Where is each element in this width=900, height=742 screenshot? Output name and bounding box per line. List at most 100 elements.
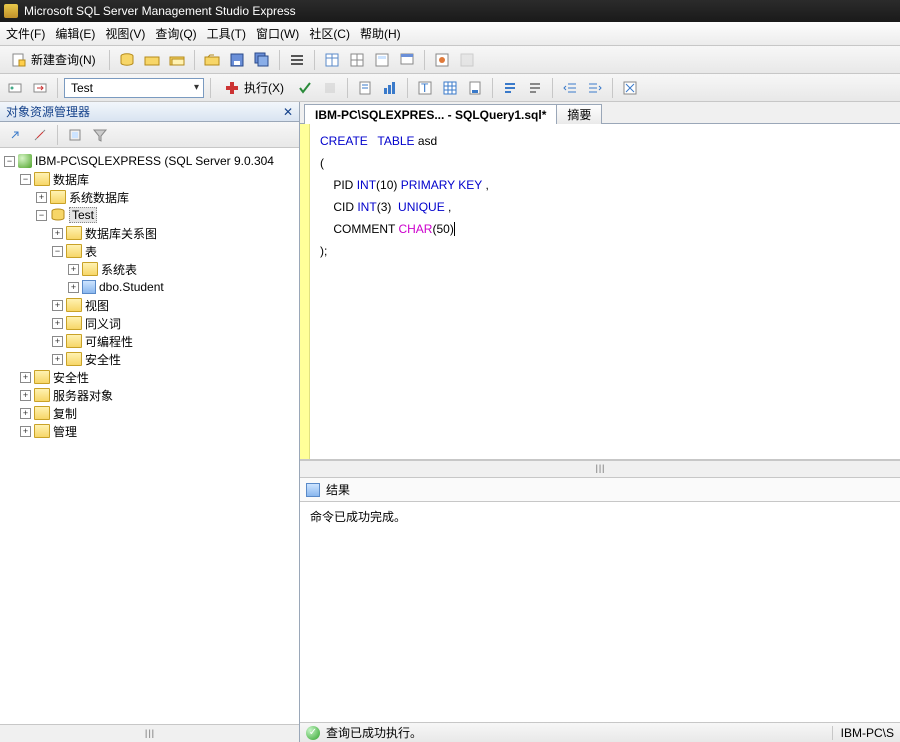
tab-summary[interactable]: 摘要 (556, 104, 602, 124)
tb2-btn-15[interactable] (619, 77, 641, 99)
collapse-icon[interactable]: − (20, 174, 31, 185)
expand-icon[interactable]: + (52, 354, 63, 365)
tb2-btn-10[interactable] (464, 77, 486, 99)
sidebar-hscrollbar[interactable]: III (0, 724, 299, 742)
tb2-btn-2[interactable] (29, 77, 51, 99)
results-grid-icon (442, 80, 458, 96)
tb-btn-8[interactable] (321, 49, 343, 71)
tree-programmability-node[interactable]: +可编程性 (2, 332, 299, 350)
expand-icon[interactable]: + (52, 318, 63, 329)
tb2-btn-13[interactable] (559, 77, 581, 99)
folder-icon (66, 226, 82, 240)
menu-tools[interactable]: 工具(T) (207, 25, 246, 42)
tree-synonyms-node[interactable]: +同义词 (2, 314, 299, 332)
new-query-button[interactable]: 新建查询(N) (4, 49, 103, 71)
tb2-btn-14[interactable] (584, 77, 606, 99)
parse-button[interactable] (294, 77, 316, 99)
oe-disconnect-button[interactable] (29, 124, 51, 146)
collapse-icon[interactable]: − (36, 210, 47, 221)
expand-icon[interactable]: + (20, 372, 31, 383)
oe-refresh-button[interactable] (64, 124, 86, 146)
collapse-icon[interactable]: − (52, 246, 63, 257)
toolbar-main: 新建查询(N) (0, 46, 900, 74)
kw: PRIMARY (397, 178, 455, 192)
expand-icon[interactable]: + (68, 264, 79, 275)
tb2-btn-7[interactable] (379, 77, 401, 99)
tb-btn-5[interactable] (226, 49, 248, 71)
expand-icon[interactable]: + (52, 300, 63, 311)
tb-btn-10[interactable] (371, 49, 393, 71)
cancel-exec-button[interactable] (319, 77, 341, 99)
tb-btn-11[interactable] (396, 49, 418, 71)
tb-btn-12[interactable] (431, 49, 453, 71)
tree-testdb-node[interactable]: −Test (2, 206, 299, 224)
outdent-icon (562, 80, 578, 96)
expand-icon[interactable]: + (20, 426, 31, 437)
close-icon[interactable]: ✕ (283, 105, 293, 119)
menu-query[interactable]: 查询(Q) (155, 25, 196, 42)
tb-btn-13[interactable] (456, 49, 478, 71)
tb2-btn-1[interactable] (4, 77, 26, 99)
expand-icon[interactable]: + (52, 228, 63, 239)
tb2-btn-9[interactable] (439, 77, 461, 99)
specify-values-icon (622, 80, 638, 96)
check-icon (297, 80, 313, 96)
tb-btn-9[interactable] (346, 49, 368, 71)
menu-community[interactable]: 社区(C) (309, 25, 350, 42)
comment-icon (502, 80, 518, 96)
tb2-btn-8[interactable]: T (414, 77, 436, 99)
expand-icon[interactable]: + (68, 282, 79, 293)
menu-window[interactable]: 窗口(W) (256, 25, 299, 42)
tree-sysdb-node[interactable]: +系统数据库 (2, 188, 299, 206)
tree-security-node[interactable]: +安全性 (2, 368, 299, 386)
tb-btn-7[interactable] (286, 49, 308, 71)
expand-icon[interactable]: + (20, 390, 31, 401)
editor-gutter (300, 124, 310, 459)
tree-student-node[interactable]: +dbo.Student (2, 278, 299, 296)
tree-management-node[interactable]: +管理 (2, 422, 299, 440)
menu-view[interactable]: 视图(V) (105, 25, 145, 42)
folder-icon (66, 352, 82, 366)
tb2-btn-11[interactable] (499, 77, 521, 99)
database-combobox[interactable]: Test ▾ (64, 78, 204, 98)
results-tab[interactable]: 结果 (326, 481, 350, 498)
tree-views-node[interactable]: +视图 (2, 296, 299, 314)
results-message: 命令已成功完成。 (310, 510, 406, 524)
object-tree[interactable]: −IBM-PC\SQLEXPRESS (SQL Server 9.0.304 −… (0, 148, 299, 724)
tree-serverobj-node[interactable]: +服务器对象 (2, 386, 299, 404)
form-icon (374, 52, 390, 68)
tree-systables-node[interactable]: +系统表 (2, 260, 299, 278)
menu-edit[interactable]: 编辑(E) (55, 25, 95, 42)
results-pane[interactable]: 命令已成功完成。 (300, 502, 900, 722)
tree-server-node[interactable]: −IBM-PC\SQLEXPRESS (SQL Server 9.0.304 (2, 152, 299, 170)
tb-btn-2[interactable] (141, 49, 163, 71)
tb-btn-3[interactable] (166, 49, 188, 71)
execute-button[interactable]: 执行(X) (217, 77, 291, 99)
expand-icon[interactable]: + (20, 408, 31, 419)
tb-btn-6[interactable] (251, 49, 273, 71)
tb2-btn-6[interactable] (354, 77, 376, 99)
new-query-icon (11, 52, 27, 68)
tree-tables-node[interactable]: −表 (2, 242, 299, 260)
collapse-icon[interactable]: − (4, 156, 15, 167)
tree-diagrams-node[interactable]: +数据库关系图 (2, 224, 299, 242)
menu-file[interactable]: 文件(F) (6, 25, 45, 42)
scroll-thumb: III (595, 462, 605, 476)
menu-help[interactable]: 帮助(H) (360, 25, 401, 42)
tb2-btn-12[interactable] (524, 77, 546, 99)
oe-connect-button[interactable] (4, 124, 26, 146)
sql-code[interactable]: CREATE TABLE asd ( PID INT(10) PRIMARY K… (310, 124, 499, 459)
oe-filter-button[interactable] (89, 124, 111, 146)
expand-icon[interactable]: + (52, 336, 63, 347)
tab-query[interactable]: IBM-PC\SQLEXPRES... - SQLQuery1.sql* (304, 104, 557, 124)
folder-icon (34, 424, 50, 438)
sql-editor[interactable]: CREATE TABLE asd ( PID INT(10) PRIMARY K… (300, 124, 900, 460)
title-bar: Microsoft SQL Server Management Studio E… (0, 0, 900, 22)
tree-databases-node[interactable]: −数据库 (2, 170, 299, 188)
tb-btn-1[interactable] (116, 49, 138, 71)
tree-dbsecurity-node[interactable]: +安全性 (2, 350, 299, 368)
tb-btn-4[interactable] (201, 49, 223, 71)
tree-replication-node[interactable]: +复制 (2, 404, 299, 422)
expand-icon[interactable]: + (36, 192, 47, 203)
editor-hscrollbar[interactable]: III (300, 460, 900, 478)
